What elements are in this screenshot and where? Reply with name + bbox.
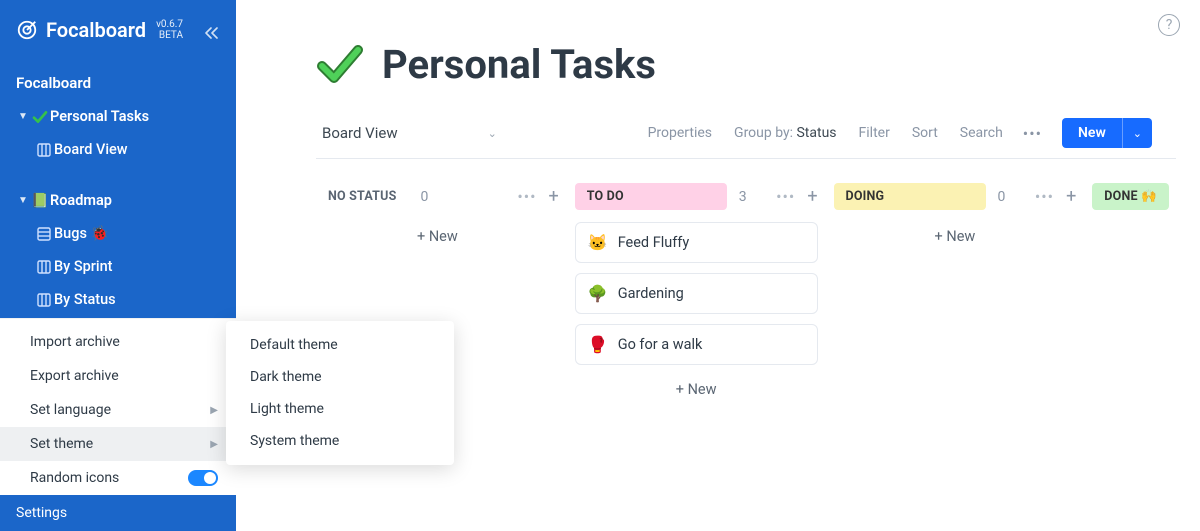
settings-item-label: Export archive: [30, 368, 119, 384]
checkmark-icon: [30, 109, 50, 125]
card-feed-fluffy[interactable]: 🐱 Feed Fluffy: [575, 222, 818, 263]
settings-item-label: Random icons: [30, 470, 119, 486]
card-title: Feed Fluffy: [618, 234, 690, 251]
column-menu-icon[interactable]: •••: [1035, 187, 1054, 206]
column-menu-icon[interactable]: •••: [776, 187, 795, 206]
app-version-tag: BETA: [156, 30, 183, 41]
group-by-button[interactable]: Group by: Status: [734, 125, 836, 141]
sidebar-board-label: Personal Tasks: [50, 108, 149, 125]
column-to-do: TO DO 3 ••• + 🐱 Feed Fluffy 🌳 Gardening …: [575, 183, 818, 404]
sidebar-view-label: Bugs 🐞: [54, 225, 109, 242]
card-emoji-icon: 🌳: [588, 284, 608, 303]
column-add-icon[interactable]: +: [1066, 186, 1076, 207]
board-icon: [34, 143, 54, 157]
column-header: DOING 0 ••• +: [834, 183, 1077, 210]
sidebar-board-personal-tasks[interactable]: ▼ Personal Tasks: [0, 100, 236, 133]
view-selector-label: Board View: [322, 124, 398, 142]
column-header: NO STATUS 0 ••• +: [316, 183, 559, 210]
theme-option-system[interactable]: System theme: [226, 425, 454, 457]
board-icon: [34, 260, 54, 274]
add-card-button[interactable]: + New: [834, 222, 1077, 251]
sort-button[interactable]: Sort: [912, 125, 938, 141]
sidebar-board-label: Roadmap: [50, 192, 112, 209]
settings-item-label: Set language: [30, 402, 111, 418]
chevron-right-icon: ▶: [210, 439, 218, 450]
settings-set-theme[interactable]: Set theme ▶: [0, 427, 236, 461]
search-button[interactable]: Search: [960, 125, 1003, 141]
settings-item-label: Import archive: [30, 334, 120, 350]
sidebar-header: Focalboard v0.6.7 BETA: [0, 0, 236, 50]
map-icon: 📗: [30, 193, 50, 209]
chevron-right-icon: ▶: [210, 405, 218, 416]
card-gardening[interactable]: 🌳 Gardening: [575, 273, 818, 314]
new-button-dropdown[interactable]: ⌄: [1122, 118, 1152, 148]
theme-option-light[interactable]: Light theme: [226, 393, 454, 425]
settings-item-label: Set theme: [30, 436, 93, 452]
column-label[interactable]: DOING: [834, 183, 986, 210]
view-more-icon[interactable]: •••: [1023, 124, 1042, 143]
page-title[interactable]: Personal Tasks: [382, 41, 656, 88]
card-go-for-a-walk[interactable]: 🥊 Go for a walk: [575, 324, 818, 365]
chevron-down-icon: ▼: [18, 195, 30, 206]
sidebar: Focalboard v0.6.7 BETA Focalboard ▼ Pers…: [0, 0, 236, 531]
sidebar-view-by-sprint[interactable]: By Sprint: [0, 250, 236, 283]
properties-button[interactable]: Properties: [648, 125, 712, 141]
settings-export-archive[interactable]: Export archive: [0, 359, 236, 393]
app-logo-icon: [16, 19, 38, 41]
chevron-down-icon: ⌄: [488, 127, 497, 140]
sidebar-view-by-status[interactable]: By Status: [0, 283, 236, 316]
column-add-icon[interactable]: +: [807, 186, 817, 207]
theme-option-default[interactable]: Default theme: [226, 329, 454, 361]
card-title: Gardening: [618, 285, 684, 302]
settings-panel: Import archive Export archive Set langua…: [0, 318, 236, 531]
add-card-button[interactable]: + New: [316, 222, 559, 251]
column-label[interactable]: NO STATUS: [316, 183, 408, 210]
add-card-button[interactable]: + New: [575, 375, 818, 404]
page-icon-checkmark[interactable]: [316, 40, 364, 88]
theme-option-dark[interactable]: Dark theme: [226, 361, 454, 393]
sidebar-collapse-icon[interactable]: [204, 26, 220, 40]
column-header: DONE 🙌: [1092, 183, 1200, 210]
board-icon: [34, 293, 54, 307]
column-count: 0: [998, 189, 1006, 205]
column-header: TO DO 3 ••• +: [575, 183, 818, 210]
settings-set-language[interactable]: Set language ▶: [0, 393, 236, 427]
settings-random-icons[interactable]: Random icons: [0, 461, 236, 495]
view-selector[interactable]: Board View ⌄: [322, 124, 497, 142]
new-button-group: New ⌄: [1062, 118, 1152, 148]
table-icon: [34, 227, 54, 241]
app-version: v0.6.7: [156, 19, 183, 30]
group-by-prefix: Group by:: [734, 125, 796, 141]
card-title: Go for a walk: [618, 336, 703, 353]
group-by-value: Status: [796, 125, 836, 141]
chevron-down-icon: ▼: [18, 111, 30, 122]
sidebar-view-bugs[interactable]: Bugs 🐞: [0, 217, 236, 250]
column-add-icon[interactable]: +: [549, 186, 559, 207]
column-menu-icon[interactable]: •••: [517, 187, 536, 206]
sidebar-view-board-view[interactable]: Board View: [0, 133, 236, 166]
view-bar: Board View ⌄ Properties Group by: Status…: [316, 118, 1176, 159]
theme-submenu: Default theme Dark theme Light theme Sys…: [226, 321, 454, 465]
page-header: Personal Tasks: [316, 40, 1200, 88]
card-emoji-icon: 🥊: [588, 335, 608, 354]
column-count: 0: [420, 189, 428, 205]
workspace-heading: Focalboard: [0, 50, 236, 100]
settings-footer[interactable]: Settings: [0, 495, 236, 531]
column-count: 3: [739, 189, 747, 205]
sidebar-view-label: By Sprint: [54, 258, 113, 275]
column-doing: DOING 0 ••• + + New: [834, 183, 1077, 404]
column-label[interactable]: DONE 🙌: [1092, 183, 1168, 210]
app-version-block: v0.6.7 BETA: [156, 19, 183, 41]
app-name: Focalboard: [46, 18, 146, 42]
settings-import-archive[interactable]: Import archive: [0, 325, 236, 359]
sidebar-view-label: By Status: [54, 291, 116, 308]
toggle-switch[interactable]: [188, 470, 218, 486]
column-label[interactable]: TO DO: [575, 183, 727, 210]
sidebar-view-label: Board View: [54, 141, 128, 158]
filter-button[interactable]: Filter: [859, 125, 890, 141]
sidebar-board-roadmap[interactable]: ▼ 📗 Roadmap: [0, 184, 236, 217]
new-button[interactable]: New: [1062, 118, 1122, 148]
column-done: DONE 🙌: [1092, 183, 1200, 404]
card-emoji-icon: 🐱: [588, 233, 608, 252]
